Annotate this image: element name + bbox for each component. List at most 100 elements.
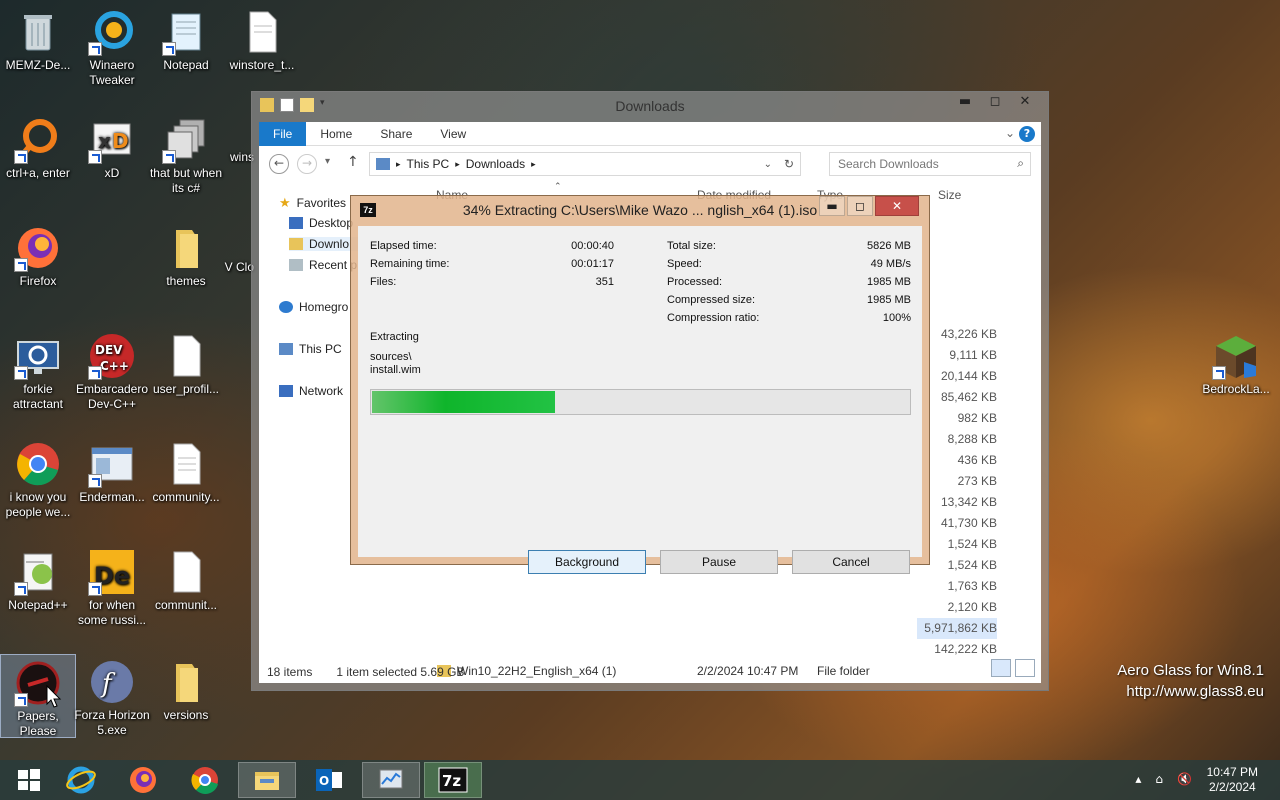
desktop-icon-firefox[interactable]: Firefox bbox=[0, 220, 76, 289]
breadcrumb-sep-icon: ▸ bbox=[531, 158, 536, 169]
notepad-plus-plus-icon bbox=[14, 548, 62, 596]
file-size: 142,222 KB bbox=[934, 642, 997, 656]
taskbar-chrome[interactable] bbox=[176, 762, 234, 798]
expand-ribbon-icon[interactable]: ⌄ bbox=[1005, 126, 1015, 140]
close-button[interactable]: ✕ bbox=[1010, 92, 1040, 112]
address-bar[interactable]: ▸ This PC ▸ Downloads ▸ ⌄ ↻ bbox=[369, 152, 801, 176]
desktop-icon-xd[interactable]: xD xD bbox=[74, 112, 150, 181]
taskbar-firefox[interactable] bbox=[114, 762, 172, 798]
desktop-icon-embarcadero[interactable]: DEV C++ Embarcadero Dev-C++ bbox=[74, 328, 150, 412]
desktop-icon-community-2[interactable]: communit... bbox=[148, 544, 224, 613]
7zip-icon: 7z bbox=[438, 767, 468, 793]
dialog-maximize-button[interactable]: ◻ bbox=[847, 196, 873, 216]
desktop-icon-wins[interactable]: wins bbox=[214, 150, 254, 165]
nav-recent[interactable]: Recent p bbox=[289, 258, 357, 272]
desktop-icon-that-but[interactable]: that but when its c# bbox=[148, 112, 224, 196]
taskbar-ie[interactable] bbox=[52, 762, 110, 798]
nav-favorites[interactable]: ★ Favorites bbox=[279, 195, 346, 211]
desktop-icon-notepad[interactable]: Notepad bbox=[148, 4, 224, 73]
homegroup-icon bbox=[279, 301, 293, 313]
breadcrumb-downloads[interactable]: Downloads bbox=[466, 157, 525, 171]
search-input[interactable]: Search Downloads ⌕ bbox=[829, 152, 1031, 176]
minecraft-block-icon bbox=[1212, 332, 1260, 380]
taskbar-outlook[interactable]: O bbox=[300, 762, 358, 798]
desktop-icon-papers-please[interactable]: Papers, Please bbox=[0, 654, 76, 738]
maximize-button[interactable]: ◻ bbox=[980, 92, 1010, 112]
system-tray: ▴ ⌂ 🔇 bbox=[1135, 772, 1192, 786]
up-arrow-icon[interactable]: ↑ bbox=[347, 154, 359, 170]
tab-view[interactable]: View bbox=[426, 122, 480, 146]
background-button[interactable]: Background bbox=[528, 550, 646, 574]
forward-button[interactable]: → bbox=[297, 154, 317, 174]
svg-text:DEV: DEV bbox=[95, 343, 123, 357]
desktop-icon-vclo[interactable]: V Clo bbox=[220, 260, 254, 275]
list-item-folder[interactable]: Win10_22H2_English_x64 (1) 2/2/2024 10:4… bbox=[437, 664, 870, 678]
back-button[interactable]: ← bbox=[269, 154, 289, 174]
taskbar-file-explorer[interactable] bbox=[238, 762, 296, 798]
dialog-close-button[interactable]: ✕ bbox=[875, 196, 919, 216]
recycle-bin-icon bbox=[14, 8, 62, 56]
taskbar-performance-monitor[interactable] bbox=[362, 762, 420, 798]
desktop-icon-versions[interactable]: versions bbox=[148, 654, 224, 723]
flash-icon: f bbox=[88, 658, 136, 706]
desktop-icon-bedrock[interactable]: BedrockLa... bbox=[1198, 328, 1274, 397]
clock-time: 10:47 PM bbox=[1206, 765, 1258, 779]
explorer-titlebar[interactable]: ▾ Downloads ▬ ◻ ✕ bbox=[252, 92, 1048, 122]
recent-chevron-icon[interactable]: ▾ bbox=[325, 156, 330, 167]
desktop-icon-winstore[interactable]: winstore_t... bbox=[224, 4, 300, 73]
desktop-icon-user-profile[interactable]: user_profil... bbox=[148, 328, 224, 397]
desktop-icon-chrome[interactable]: i know you people we... bbox=[0, 436, 76, 520]
taskbar-clock[interactable]: 10:47 PM 2/2/2024 bbox=[1207, 765, 1258, 795]
svg-text:O: O bbox=[319, 774, 329, 788]
show-hidden-icons-icon[interactable]: ▴ bbox=[1135, 772, 1141, 786]
sort-arrow-icon: ⌃ bbox=[554, 181, 562, 191]
details-view-icon[interactable] bbox=[991, 659, 1011, 677]
stacked-windows-icon bbox=[162, 116, 210, 164]
desktop-icon-notepad-plus-plus[interactable]: Notepad++ bbox=[0, 544, 76, 613]
windows-logo-icon bbox=[18, 769, 40, 791]
aero-glass-watermark: Aero Glass for Win8.1 http://www.glass8.… bbox=[1117, 662, 1264, 700]
network-icon[interactable]: ⌂ bbox=[1155, 772, 1163, 786]
folder-icon bbox=[162, 658, 210, 706]
desktop-icon-forkie[interactable]: forkie attractant bbox=[0, 328, 76, 412]
nav-network[interactable]: Network bbox=[279, 384, 343, 398]
taskbar-7zip[interactable]: 7z bbox=[424, 762, 482, 798]
large-icons-view-icon[interactable] bbox=[1015, 659, 1035, 677]
desktop-icon-community-1[interactable]: community... bbox=[148, 436, 224, 505]
desktop-icon-enderman[interactable]: Enderman... bbox=[74, 436, 150, 505]
tab-home[interactable]: Home bbox=[306, 122, 366, 146]
nav-desktop[interactable]: Desktop bbox=[289, 216, 353, 230]
tab-file[interactable]: File bbox=[259, 121, 307, 146]
minimize-button[interactable]: ▬ bbox=[950, 92, 980, 112]
desktop-icon-ctrl-a[interactable]: ctrl+a, enter bbox=[0, 112, 76, 181]
breadcrumb-this-pc[interactable]: This PC bbox=[407, 157, 450, 171]
desktop-icon-memz[interactable]: MEMZ-De... bbox=[0, 4, 76, 73]
file-size: 1,763 KB bbox=[947, 579, 997, 593]
tab-share[interactable]: Share bbox=[366, 122, 426, 146]
file-size-selected: 5,971,862 KB bbox=[917, 618, 997, 639]
desktop-icon-forza[interactable]: f Forza Horizon 5.exe bbox=[74, 654, 150, 738]
dev-cpp-icon: DEV C++ bbox=[88, 332, 136, 380]
cancel-button[interactable]: Cancel bbox=[792, 550, 910, 574]
desktop-icon bbox=[289, 217, 303, 229]
help-icon[interactable]: ? bbox=[1019, 126, 1035, 142]
desktop-icon-themes[interactable]: themes bbox=[148, 220, 224, 289]
stat-elapsed: Elapsed time: 00:00:40 bbox=[370, 240, 614, 252]
item-date: 2/2/2024 10:47 PM bbox=[697, 664, 799, 678]
address-dropdown-icon[interactable]: ⌄ bbox=[764, 159, 772, 170]
pause-button[interactable]: Pause bbox=[660, 550, 778, 574]
volume-muted-icon[interactable]: 🔇 bbox=[1177, 772, 1192, 786]
de-icon: De bbox=[88, 548, 136, 596]
chrome-icon bbox=[191, 767, 218, 794]
item-count: 18 items bbox=[267, 665, 313, 679]
desktop-icon-for-when[interactable]: De for when some russi... bbox=[74, 544, 150, 628]
desktop-icon-winaero[interactable]: Winaero Tweaker bbox=[74, 4, 150, 88]
search-ring-icon bbox=[14, 116, 62, 164]
ribbon: File Home Share View ⌄ ? bbox=[259, 121, 1041, 146]
dialog-minimize-button[interactable]: ▬ bbox=[819, 196, 845, 216]
nav-this-pc[interactable]: This PC bbox=[279, 342, 342, 356]
nav-homegroup[interactable]: Homegro bbox=[279, 300, 348, 314]
column-size[interactable]: Size bbox=[938, 188, 961, 202]
refresh-icon[interactable]: ↻ bbox=[784, 157, 794, 171]
start-button[interactable] bbox=[0, 762, 58, 798]
